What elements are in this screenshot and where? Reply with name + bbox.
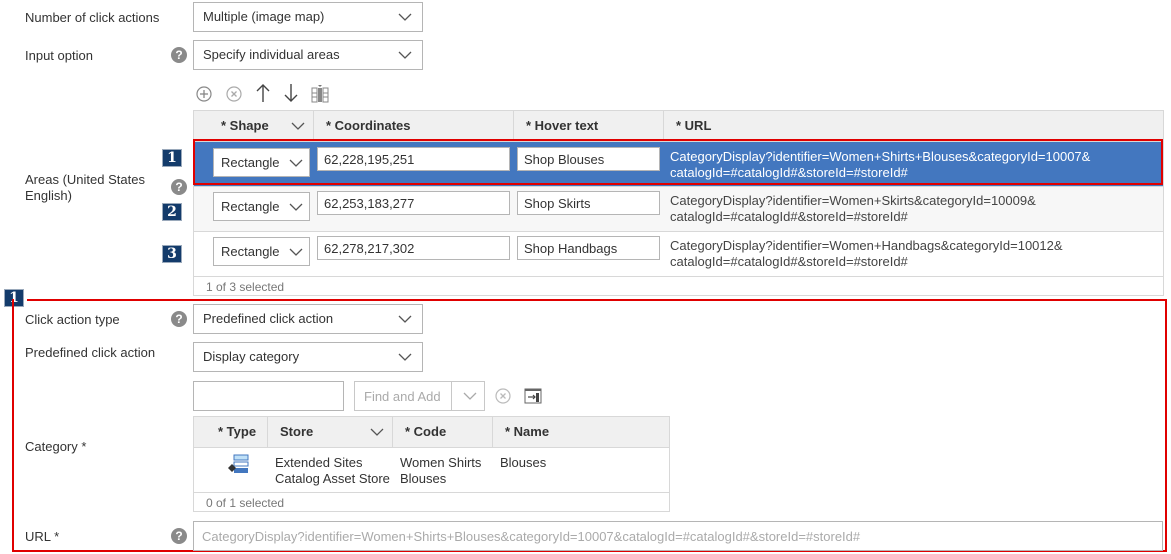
column-header-hover-text[interactable]: * Hover text bbox=[514, 111, 664, 141]
url-cell[interactable]: CategoryDisplay?identifier=Women+Handbag… bbox=[670, 238, 1063, 270]
table-row[interactable]: Extended Sites Catalog Asset Store Women… bbox=[194, 447, 669, 492]
remove-icon[interactable] bbox=[226, 86, 242, 102]
divider bbox=[451, 382, 452, 410]
chevron-down-icon[interactable] bbox=[463, 391, 477, 401]
open-browse-icon[interactable] bbox=[524, 388, 542, 404]
url-cell[interactable]: CategoryDisplay?identifier=Women+Shirts+… bbox=[670, 149, 1090, 181]
column-header-type[interactable]: * Type bbox=[194, 417, 268, 447]
click-action-type-label: Click action type bbox=[25, 312, 120, 327]
table-row[interactable]: Rectangle 62,253,183,277 Shop Skirts Cat… bbox=[194, 186, 1163, 231]
shape-select[interactable]: Rectangle bbox=[213, 148, 310, 177]
arrow-up-icon[interactable] bbox=[255, 83, 271, 103]
coordinates-input[interactable]: 62,228,195,251 bbox=[317, 147, 510, 171]
column-header-url[interactable]: * URL bbox=[664, 111, 1163, 141]
hover-text-input[interactable]: Shop Blouses bbox=[517, 147, 660, 171]
chevron-down-icon bbox=[398, 353, 412, 361]
column-header-store[interactable]: Store bbox=[268, 417, 393, 447]
help-icon[interactable]: ? bbox=[171, 179, 187, 195]
input-option-value: Specify individual areas bbox=[203, 47, 340, 62]
area-badge: 2 bbox=[162, 203, 182, 221]
predefined-click-action-label: Predefined click action bbox=[25, 345, 156, 360]
category-grid: * Type Store * Code * Name Extended Site… bbox=[193, 416, 670, 512]
url-label: URL * bbox=[25, 529, 60, 544]
store-cell: Extended Sites Catalog Asset Store bbox=[275, 455, 390, 486]
chevron-down-icon bbox=[398, 315, 412, 323]
code-cell: Women Shirts Blouses bbox=[400, 455, 482, 486]
hover-text-input[interactable]: Shop Skirts bbox=[517, 191, 660, 215]
chevron-down-icon bbox=[289, 159, 303, 167]
chevron-down-icon[interactable] bbox=[291, 121, 305, 131]
detail-highlight-top bbox=[27, 299, 1167, 301]
area-badge: 1 bbox=[162, 149, 182, 167]
column-header-name[interactable]: * Name bbox=[493, 417, 669, 447]
hover-text-input[interactable]: Shop Handbags bbox=[517, 236, 660, 260]
help-icon[interactable]: ? bbox=[171, 528, 187, 544]
coordinates-input[interactable]: 62,253,183,277 bbox=[317, 191, 510, 215]
input-option-label: Input option bbox=[25, 48, 93, 63]
clear-icon[interactable] bbox=[495, 388, 511, 404]
areas-grid: * Shape * Coordinates * Hover text * URL… bbox=[193, 110, 1164, 296]
predefined-click-action-select[interactable]: Display category bbox=[193, 342, 423, 372]
category-search-input[interactable] bbox=[193, 381, 344, 411]
url-input[interactable]: CategoryDisplay?identifier=Women+Shirts+… bbox=[193, 521, 1163, 551]
click-actions-label: Number of click actions bbox=[25, 10, 160, 25]
url-cell[interactable]: CategoryDisplay?identifier=Women+Skirts&… bbox=[670, 193, 1036, 225]
coordinates-input[interactable]: 62,278,217,302 bbox=[317, 236, 510, 260]
help-icon[interactable]: ? bbox=[171, 47, 187, 63]
category-label: Category * bbox=[25, 439, 87, 454]
column-header-coordinates[interactable]: * Coordinates bbox=[314, 111, 514, 141]
chevron-down-icon bbox=[398, 13, 412, 21]
add-icon[interactable] bbox=[196, 86, 212, 102]
selection-count: 1 of 3 selected bbox=[206, 280, 285, 294]
columns-icon[interactable] bbox=[311, 84, 329, 104]
table-row[interactable]: Rectangle 62,228,195,251 Shop Blouses Ca… bbox=[194, 141, 1163, 186]
click-action-type-select[interactable]: Predefined click action bbox=[193, 304, 423, 334]
grid-footer: 1 of 3 selected bbox=[194, 276, 1163, 296]
find-and-add-combo[interactable]: Find and Add bbox=[354, 381, 485, 411]
find-and-add-placeholder: Find and Add bbox=[364, 389, 441, 404]
shape-select[interactable]: Rectangle bbox=[213, 237, 310, 266]
chevron-down-icon[interactable] bbox=[370, 427, 384, 437]
arrow-down-icon[interactable] bbox=[283, 83, 299, 103]
click-actions-select[interactable]: Multiple (image map) bbox=[193, 2, 423, 32]
chevron-down-icon bbox=[289, 248, 303, 256]
input-option-select[interactable]: Specify individual areas bbox=[193, 40, 423, 70]
chevron-down-icon bbox=[289, 203, 303, 211]
areas-label: Areas (United States English) bbox=[25, 172, 145, 203]
column-header-shape[interactable]: * Shape bbox=[194, 111, 314, 141]
chevron-down-icon bbox=[398, 51, 412, 59]
table-row[interactable]: Rectangle 62,278,217,302 Shop Handbags C… bbox=[194, 231, 1163, 276]
grid-footer: 0 of 1 selected bbox=[194, 492, 669, 512]
selection-count: 0 of 1 selected bbox=[206, 496, 285, 510]
help-icon[interactable]: ? bbox=[171, 311, 187, 327]
column-header-code[interactable]: * Code bbox=[393, 417, 493, 447]
category-icon bbox=[228, 454, 249, 473]
click-actions-value: Multiple (image map) bbox=[203, 9, 325, 24]
area-badge: 3 bbox=[162, 245, 182, 263]
name-cell: Blouses bbox=[500, 455, 547, 470]
shape-select[interactable]: Rectangle bbox=[213, 192, 310, 221]
